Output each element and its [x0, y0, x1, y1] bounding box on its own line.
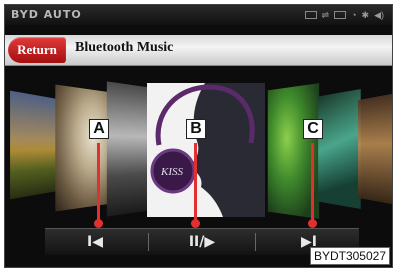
callout-b-dot: [191, 219, 200, 228]
phone-icon: [305, 11, 317, 19]
status-bar: BYD AUTO ⇌ ◔ ✱ ◀): [5, 5, 392, 25]
play-pause-button[interactable]: II/▶: [152, 229, 252, 255]
album-cover-current[interactable]: KISS: [147, 83, 265, 217]
callout-a-label: A: [89, 119, 109, 139]
callout-c-line: [311, 143, 314, 223]
album-cover-guitars[interactable]: [358, 93, 393, 204]
album-cover-teal[interactable]: [318, 89, 361, 209]
display-screen: BYD AUTO ⇌ ◔ ✱ ◀) Return Bluetooth Music…: [4, 4, 393, 268]
album-cover-shells[interactable]: [55, 85, 114, 212]
signal-icon: ◔: [351, 9, 356, 21]
previous-track-button[interactable]: I◀: [45, 229, 145, 255]
return-button[interactable]: Return: [8, 37, 66, 63]
reference-code: BYDT305027: [310, 247, 390, 265]
headphones-art: KISS: [147, 83, 265, 217]
callout-c-dot: [308, 219, 317, 228]
title-bar: Return Bluetooth Music: [5, 35, 392, 66]
album-cover-sunflowers[interactable]: [10, 91, 56, 200]
volume-icon: ◀): [374, 9, 384, 21]
status-icons: ⇌ ◔ ✱ ◀): [305, 9, 384, 21]
callout-a-line: [97, 143, 100, 223]
usb-icon: ⇌: [322, 9, 330, 21]
callout-a-dot: [94, 219, 103, 228]
bluetooth-icon: ✱: [362, 9, 370, 21]
divider: [148, 233, 149, 251]
callout-b-line: [194, 143, 197, 223]
callout-c-label: C: [303, 119, 323, 139]
brand-label: BYD AUTO: [11, 8, 82, 21]
page-title: Bluetooth Music: [75, 40, 173, 56]
divider: [255, 233, 256, 251]
album-art-text: KISS: [160, 166, 184, 178]
radio-icon: [334, 11, 346, 19]
callout-b-label: B: [186, 119, 206, 139]
